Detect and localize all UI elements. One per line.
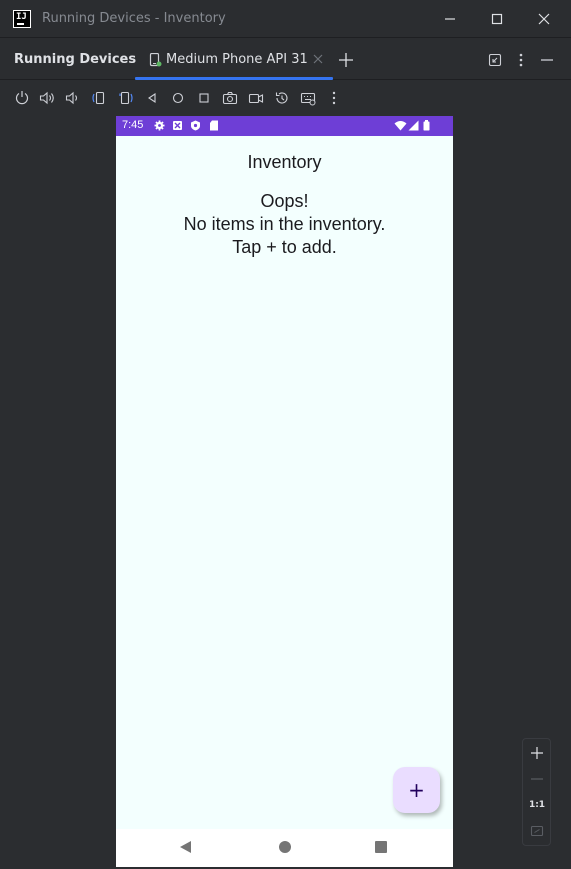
nav-overview-icon[interactable] — [374, 840, 388, 854]
more-options-icon — [332, 91, 336, 105]
status-bar: 7:45 — [116, 116, 453, 136]
actual-size-button[interactable]: 1:1 — [527, 795, 547, 815]
add-item-fab[interactable]: + — [393, 767, 440, 813]
shield-icon — [191, 120, 200, 131]
status-time: 7:45 — [122, 119, 144, 131]
video-camera-icon — [248, 93, 264, 104]
rotate-left-icon — [92, 91, 105, 105]
overview-button[interactable] — [195, 89, 213, 107]
settings-icon — [154, 120, 165, 131]
restore-view-button[interactable] — [485, 50, 505, 70]
device-toolbar — [0, 81, 571, 115]
add-tab-button[interactable] — [336, 50, 356, 70]
empty-state-message: Oops! No items in the inventory. Tap + t… — [116, 190, 453, 259]
volume-up-button[interactable] — [38, 89, 56, 107]
zoom-in-icon — [531, 747, 543, 759]
volume-up-icon — [39, 91, 54, 105]
fit-screen-icon — [530, 825, 544, 837]
tab-medium-phone[interactable]: Medium Phone API 31 — [135, 39, 333, 80]
fit-screen-button[interactable] — [527, 821, 547, 841]
home-icon — [172, 92, 184, 104]
tab-close-icon[interactable] — [312, 53, 324, 65]
logo-text: IJ — [16, 12, 27, 22]
back-button[interactable] — [143, 89, 161, 107]
window-title-bar: IJ Running Devices - Inventory — [0, 0, 571, 38]
plus-icon — [339, 53, 353, 67]
tab-selected-indicator — [135, 77, 333, 80]
screen-record-button[interactable] — [247, 89, 265, 107]
zoom-in-button[interactable] — [527, 743, 547, 763]
back-icon — [148, 92, 156, 104]
zoom-out-icon — [531, 778, 543, 780]
signal-icon — [408, 120, 419, 131]
rotate-right-button[interactable] — [117, 89, 135, 107]
maximize-button[interactable] — [487, 9, 507, 29]
phone-device-icon — [149, 53, 162, 67]
hide-tool-window-button[interactable] — [537, 50, 557, 70]
keyboard-icon — [300, 92, 316, 106]
home-button[interactable] — [169, 89, 187, 107]
zoom-ratio-label: 1:1 — [528, 800, 546, 810]
system-navigation-bar — [116, 829, 453, 867]
camera-icon — [222, 91, 238, 105]
zoom-out-button[interactable] — [527, 769, 547, 789]
hide-icon — [541, 59, 553, 61]
tool-window-title: Running Devices — [14, 52, 137, 67]
nav-home-icon[interactable] — [278, 840, 292, 854]
overview-icon — [199, 93, 209, 103]
sd-card-icon — [210, 120, 218, 131]
minimize-view-icon — [488, 53, 502, 67]
window-title: Running Devices - Inventory — [42, 11, 226, 26]
battery-icon — [423, 120, 430, 131]
power-button[interactable] — [13, 89, 31, 107]
nav-back-icon[interactable] — [179, 840, 193, 854]
empty-line-1: Oops! — [260, 191, 309, 211]
wifi-icon — [394, 121, 407, 131]
volume-down-icon — [65, 91, 78, 105]
zoom-controls: 1:1 — [522, 738, 551, 846]
more-options-button[interactable] — [325, 89, 343, 107]
intellij-logo[interactable]: IJ — [13, 10, 31, 28]
device-screen[interactable]: 7:45 Inventory Oops! No items in the inv… — [116, 116, 453, 867]
tool-window-header: Running Devices Medium Phone API 31 — [0, 39, 571, 80]
options-menu-button[interactable] — [511, 50, 531, 70]
history-icon — [275, 92, 288, 104]
minimize-icon — [445, 18, 455, 20]
fab-plus-icon: + — [408, 778, 425, 802]
tab-label: Medium Phone API 31 — [166, 52, 308, 67]
rotate-left-button[interactable] — [90, 89, 108, 107]
minimize-button[interactable] — [440, 9, 460, 29]
app-bar-title: Inventory — [247, 152, 322, 172]
keyboard-button[interactable] — [299, 89, 317, 107]
screenshot-button[interactable] — [221, 89, 239, 107]
rotate-right-icon — [119, 91, 133, 105]
maximize-icon — [491, 13, 503, 25]
power-icon — [15, 91, 29, 105]
empty-line-2: No items in the inventory. — [183, 214, 386, 234]
no-access-icon — [173, 121, 182, 130]
empty-line-3: Tap + to add. — [232, 237, 337, 257]
reset-button[interactable] — [273, 89, 291, 107]
close-icon — [538, 13, 550, 25]
logo-underline — [17, 23, 24, 25]
volume-down-button[interactable] — [63, 89, 81, 107]
close-window-button[interactable] — [534, 9, 554, 29]
vertical-dots-icon — [519, 53, 523, 67]
